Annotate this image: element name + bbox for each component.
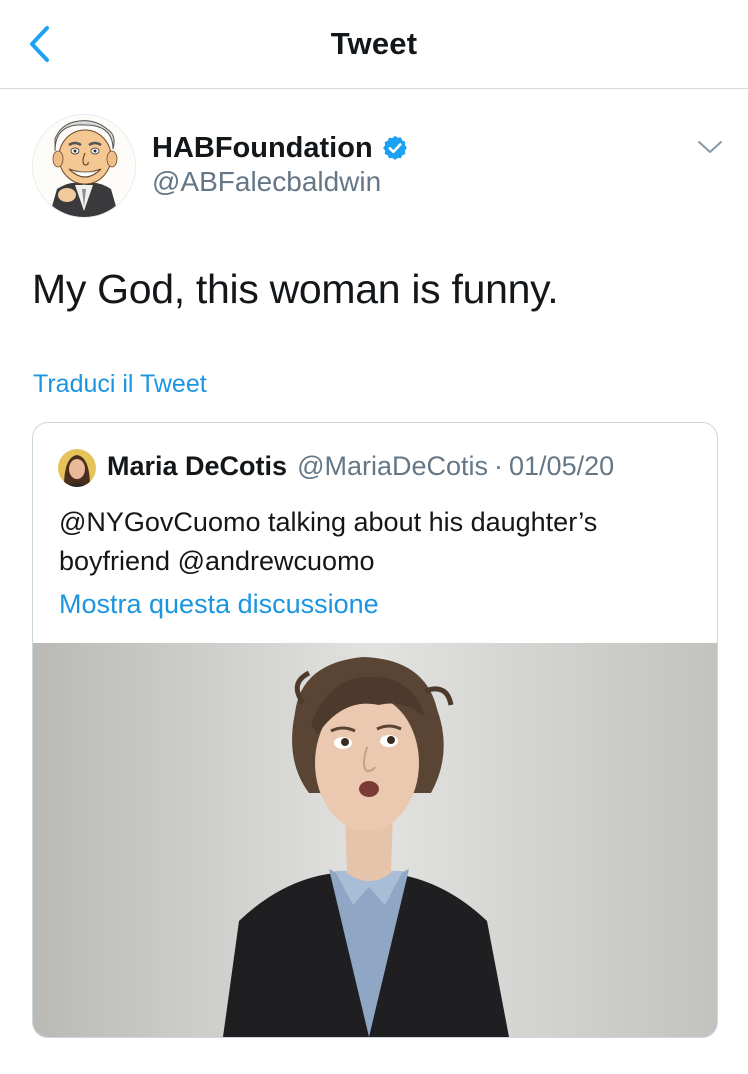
verified-badge-icon [382,135,407,160]
author-name-row[interactable]: HABFoundation [152,128,409,168]
tweet-menu-button[interactable] [690,130,730,164]
page-title: Tweet [330,26,418,61]
quoted-tweet-date: 01/05/20 [509,451,615,481]
quoted-tweet-text: @NYGovCuomo talking about his daughter’s… [59,507,598,576]
show-thread-link[interactable]: Mostra questa discussione [59,589,379,620]
quoted-tweet-card[interactable]: Maria DeCotis @MariaDeCotis · 01/05/20 @… [32,422,718,1038]
separator-dot: · [494,451,504,481]
chevron-down-icon [698,141,722,153]
quoted-tweet-video[interactable] [33,643,717,1037]
author-name: HABFoundation [152,131,373,164]
nav-bar: Tweet [0,0,748,89]
tweet-text: My God, this woman is funny. [32,266,559,312]
quoted-author-avatar[interactable] [58,449,96,487]
portrait-avatar [58,449,96,487]
author-avatar[interactable] [32,114,136,218]
author-handle[interactable]: @ABFalecbaldwin [152,166,381,198]
caricature-avatar [33,115,135,217]
quoted-author-name[interactable]: Maria DeCotis [107,451,287,482]
quoted-author-handle[interactable]: @MariaDeCotis [297,451,488,482]
translate-tweet-link[interactable]: Traduci il Tweet [33,370,207,399]
video-thumbnail [33,643,717,1037]
quoted-tweet-header: Maria DeCotis @MariaDeCotis · 01/05/20 [107,451,614,482]
